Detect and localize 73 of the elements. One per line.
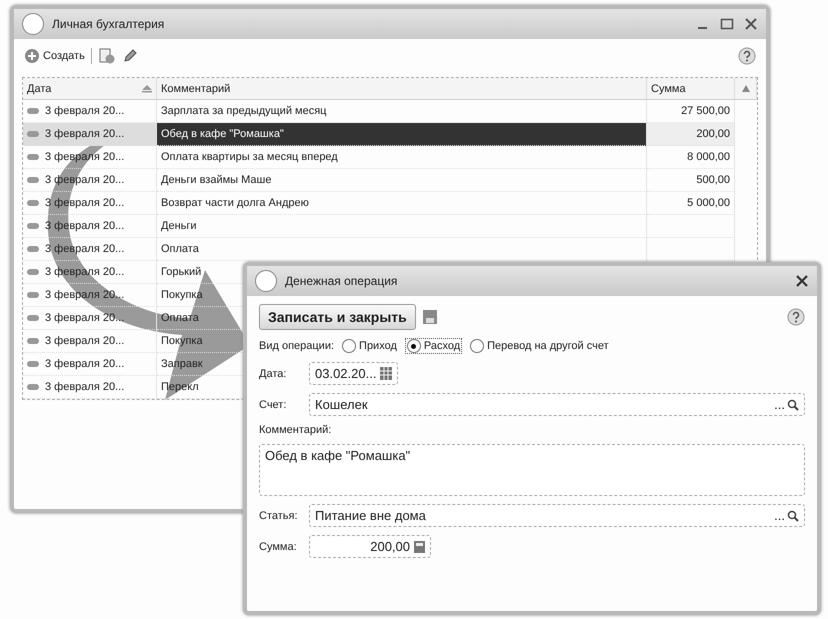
radio-option[interactable]: Расход bbox=[404, 338, 462, 354]
choose-button[interactable]: ... bbox=[774, 508, 785, 523]
help-icon[interactable] bbox=[738, 47, 756, 65]
radio-option[interactable]: Перевод на другой счет bbox=[468, 338, 611, 354]
document-icon bbox=[27, 108, 39, 114]
date-cell[interactable]: 3 февраля 20... bbox=[23, 192, 157, 215]
window-logo-icon bbox=[255, 270, 277, 292]
create-button[interactable]: Создать bbox=[24, 48, 85, 64]
date-cell[interactable]: 3 февраля 20... bbox=[23, 353, 157, 376]
document-copy-icon[interactable] bbox=[98, 47, 116, 65]
document-icon bbox=[27, 315, 39, 321]
amount-cell[interactable] bbox=[647, 238, 735, 261]
date-cell[interactable]: 3 февраля 20... bbox=[23, 123, 157, 146]
comment-cell[interactable]: Возврат части долга Андрею bbox=[157, 192, 647, 215]
document-icon bbox=[27, 269, 39, 275]
date-cell[interactable]: 3 февраля 20... bbox=[23, 169, 157, 192]
column-header[interactable]: Дата bbox=[23, 78, 157, 100]
amount-cell[interactable]: 5 000,00 bbox=[647, 192, 735, 215]
date-cell[interactable]: 3 февраля 20... bbox=[23, 146, 157, 169]
document-icon bbox=[27, 154, 39, 160]
date-cell[interactable]: 3 февраля 20... bbox=[23, 330, 157, 353]
amount-cell[interactable] bbox=[647, 215, 735, 238]
comment-cell[interactable]: Оплата квартиры за месяц вперед bbox=[157, 146, 647, 169]
dialog-title: Денежная операция bbox=[285, 274, 398, 288]
amount-field[interactable]: 200,00 bbox=[309, 535, 431, 558]
field-label: Дата: bbox=[259, 368, 288, 380]
amount-cell[interactable]: 500,00 bbox=[647, 169, 735, 192]
close-icon[interactable] bbox=[744, 17, 758, 31]
document-icon bbox=[27, 200, 39, 206]
document-icon bbox=[27, 361, 39, 367]
field-label: Статья: bbox=[259, 510, 299, 522]
search-icon[interactable] bbox=[787, 398, 799, 410]
pencil-icon[interactable] bbox=[122, 48, 138, 64]
column-header[interactable]: Комментарий bbox=[157, 78, 647, 100]
document-icon bbox=[27, 131, 39, 137]
plus-icon bbox=[24, 48, 40, 64]
document-icon bbox=[27, 177, 39, 183]
help-icon[interactable] bbox=[787, 308, 805, 326]
date-cell[interactable]: 3 февраля 20... bbox=[23, 376, 157, 399]
field-label: Счет: bbox=[259, 398, 288, 410]
close-icon[interactable] bbox=[795, 274, 809, 288]
document-icon bbox=[27, 338, 39, 344]
field-label: Вид операции: bbox=[259, 340, 334, 352]
calendar-icon[interactable] bbox=[380, 367, 392, 380]
sort-icon bbox=[142, 84, 152, 92]
choose-button[interactable]: ... bbox=[774, 397, 785, 412]
date-cell[interactable]: 3 февраля 20... bbox=[23, 307, 157, 330]
document-icon bbox=[27, 292, 39, 298]
article-field[interactable]: Питание вне дома ... bbox=[309, 504, 805, 527]
radio-option[interactable]: Приход bbox=[340, 338, 399, 354]
document-icon bbox=[27, 384, 39, 390]
date-cell[interactable]: 3 февраля 20... bbox=[23, 238, 157, 261]
account-field[interactable]: Кошелек ... bbox=[309, 393, 805, 416]
calculator-icon[interactable] bbox=[414, 540, 425, 552]
amount-cell[interactable]: 200,00 bbox=[647, 123, 735, 146]
document-icon bbox=[27, 223, 39, 229]
window-title: Личная бухгалтерия bbox=[52, 17, 166, 31]
scroll-up-icon[interactable] bbox=[742, 85, 750, 92]
column-header[interactable]: Сумма bbox=[647, 78, 735, 100]
comment-cell[interactable]: Оплата bbox=[157, 238, 647, 261]
comment-cell[interactable]: Деньги взаймы Маше bbox=[157, 169, 647, 192]
save-close-button[interactable]: Записать и закрыть bbox=[259, 304, 416, 330]
amount-cell[interactable]: 8 000,00 bbox=[647, 146, 735, 169]
field-label: Сумма: bbox=[259, 540, 298, 552]
window-logo-icon bbox=[22, 13, 44, 35]
search-icon[interactable] bbox=[787, 510, 799, 522]
maximize-icon[interactable] bbox=[720, 17, 734, 31]
comment-field[interactable]: Обед в кафе "Ромашка" bbox=[259, 444, 805, 496]
document-icon bbox=[27, 246, 39, 252]
comment-cell[interactable]: Деньги bbox=[157, 215, 647, 238]
date-field[interactable]: 03.02.20... bbox=[309, 362, 398, 385]
field-label: Комментарий: bbox=[259, 424, 332, 436]
comment-cell[interactable]: Обед в кафе "Ромашка" bbox=[157, 123, 647, 146]
